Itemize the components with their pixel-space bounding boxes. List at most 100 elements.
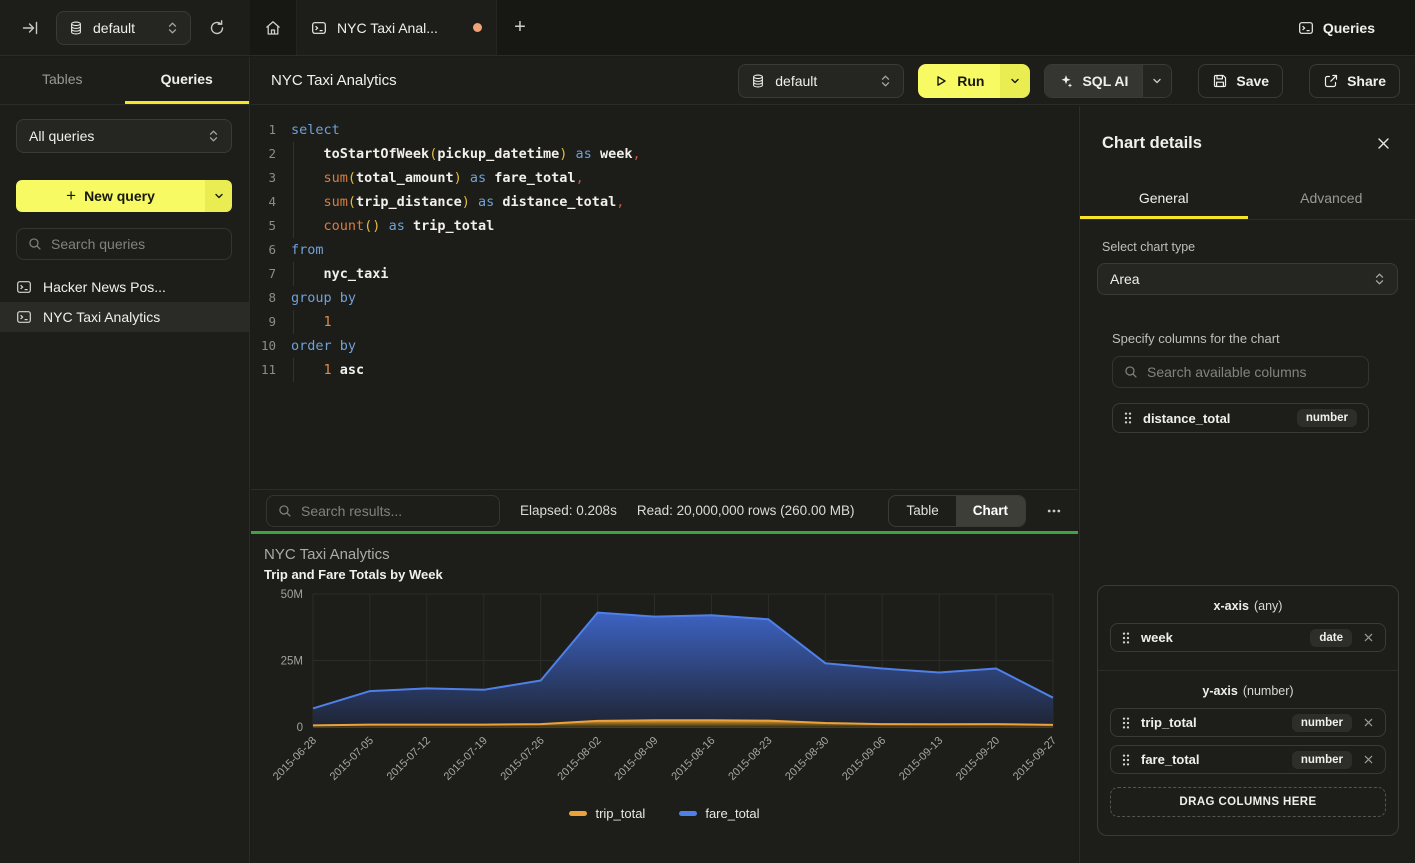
results-search[interactable] <box>266 495 500 527</box>
search-icon <box>1124 365 1138 379</box>
elapsed-time: Elapsed: 0.208s <box>520 503 617 518</box>
panel-tab-general[interactable]: General <box>1080 180 1248 219</box>
results-search-input[interactable] <box>301 503 488 519</box>
queries-search[interactable] <box>16 228 232 260</box>
chart-subtitle: Trip and Fare Totals by Week <box>264 567 443 582</box>
drag-handle-icon[interactable] <box>1122 754 1130 766</box>
new-query-button[interactable]: +New query <box>16 180 232 212</box>
query-title: NYC Taxi Analytics <box>271 72 397 89</box>
column-chip-week[interactable]: weekdate <box>1110 623 1386 652</box>
line-number: 5 <box>251 214 276 238</box>
sql-line: 6from <box>251 238 1078 262</box>
search-icon <box>278 504 292 518</box>
sql-line: 11 1 asc <box>251 358 1078 382</box>
save-icon <box>1212 73 1228 89</box>
line-number: 2 <box>251 142 276 166</box>
drag-handle-icon[interactable] <box>1124 412 1132 424</box>
chart-title: NYC Taxi Analytics <box>264 546 390 563</box>
share-button[interactable]: Share <box>1309 64 1400 98</box>
query-tab-label: NYC Taxi Anal... <box>337 20 463 36</box>
legend-label: fare_total <box>705 806 759 821</box>
sql-ai-button[interactable]: SQL AI <box>1045 65 1142 97</box>
sidebar: Tables Queries All queries +New query Ha… <box>0 57 250 863</box>
line-number: 4 <box>251 190 276 214</box>
sql-ai-dropdown[interactable] <box>1142 65 1171 97</box>
area-chart: 025M50M2015-06-282015-07-052015-07-12201… <box>251 586 1078 801</box>
query-tab-icon <box>311 20 327 36</box>
new-query-dropdown[interactable] <box>205 180 232 212</box>
query-list-item[interactable]: NYC Taxi Analytics <box>0 302 249 332</box>
columns-search[interactable] <box>1112 356 1369 388</box>
refresh-icon[interactable] <box>208 19 226 37</box>
y-axis-header: y-axis(number) <box>1110 684 1386 698</box>
collapse-sidebar-icon[interactable] <box>21 19 39 37</box>
database-selector[interactable]: default <box>56 11 191 45</box>
sql-editor[interactable]: 1select2 toStartOfWeek(pickup_datetime) … <box>251 106 1078 489</box>
plus-icon: + <box>66 186 76 206</box>
line-number: 8 <box>251 286 276 310</box>
tab-nyc-taxi-analytics[interactable]: NYC Taxi Anal... <box>297 0 497 55</box>
columns-label: Specify columns for the chart <box>1112 331 1369 346</box>
save-button[interactable]: Save <box>1198 64 1283 98</box>
svg-text:0: 0 <box>297 722 303 734</box>
legend-item-trip_total[interactable]: trip_total <box>569 806 645 821</box>
column-chip-trip_total[interactable]: trip_totalnumber <box>1110 708 1386 737</box>
chart-type-select[interactable]: Area <box>1097 263 1398 295</box>
svg-text:2015-09-06: 2015-09-06 <box>840 735 888 783</box>
columns-search-input[interactable] <box>1147 364 1357 380</box>
column-chip-distance_total[interactable]: distance_totalnumber <box>1112 403 1369 433</box>
sql-ai-label: SQL AI <box>1082 73 1128 89</box>
run-database-value: default <box>775 73 870 89</box>
run-button[interactable]: Run <box>918 64 1000 98</box>
chart-type-label: Select chart type <box>1102 240 1393 254</box>
y-axis-chips: trip_totalnumberfare_totalnumber <box>1110 708 1386 774</box>
database-selector-value: default <box>93 20 157 36</box>
column-name: trip_total <box>1141 715 1281 730</box>
drag-handle-icon[interactable] <box>1122 717 1130 729</box>
column-type-badge: number <box>1292 751 1352 769</box>
column-name: week <box>1141 630 1299 645</box>
view-tab-chart[interactable]: Chart <box>956 496 1025 526</box>
queries-filter-select[interactable]: All queries <box>16 119 232 153</box>
svg-text:2015-08-02: 2015-08-02 <box>555 735 603 783</box>
sql-line: 10order by <box>251 334 1078 358</box>
svg-text:2015-07-12: 2015-07-12 <box>385 735 433 783</box>
column-name: distance_total <box>1143 411 1286 426</box>
sql-line: 1select <box>251 118 1078 142</box>
run-options-dropdown[interactable] <box>1000 64 1030 98</box>
new-tab-button[interactable]: + <box>497 0 543 55</box>
sidebar-tab-queries[interactable]: Queries <box>125 57 250 104</box>
home-tab[interactable] <box>250 0 297 55</box>
line-number: 7 <box>251 262 276 286</box>
legend-label: trip_total <box>595 806 645 821</box>
close-icon[interactable] <box>1376 136 1391 151</box>
remove-column-icon[interactable] <box>1363 632 1374 643</box>
drag-handle-icon[interactable] <box>1122 632 1130 644</box>
view-tab-table[interactable]: Table <box>889 496 955 526</box>
remove-column-icon[interactable] <box>1363 717 1374 728</box>
updown-chevron-icon <box>167 21 178 35</box>
line-number: 3 <box>251 166 276 190</box>
query-icon <box>16 279 32 295</box>
tab-strip: NYC Taxi Anal... + Queries <box>250 0 1415 55</box>
queries-search-input[interactable] <box>51 236 220 252</box>
queries-menu-button[interactable]: Queries <box>1298 0 1415 55</box>
top-bar-left: default <box>0 0 250 55</box>
share-icon <box>1323 73 1339 89</box>
remove-column-icon[interactable] <box>1363 754 1374 765</box>
database-icon <box>69 21 83 35</box>
panel-tabs: General Advanced <box>1080 180 1415 220</box>
sql-line: 4 sum(trip_distance) as distance_total, <box>251 190 1078 214</box>
line-number: 9 <box>251 310 276 334</box>
sql-line: 8group by <box>251 286 1078 310</box>
query-icon <box>16 309 32 325</box>
drop-zone[interactable]: DRAG COLUMNS HERE <box>1110 787 1386 817</box>
legend-item-fare_total[interactable]: fare_total <box>679 806 759 821</box>
more-options-icon[interactable] <box>1046 503 1062 519</box>
column-chip-fare_total[interactable]: fare_totalnumber <box>1110 745 1386 774</box>
query-list-item[interactable]: Hacker News Pos... <box>0 272 249 302</box>
updown-chevron-icon <box>1374 272 1385 286</box>
panel-tab-advanced[interactable]: Advanced <box>1248 180 1415 219</box>
sidebar-tab-tables[interactable]: Tables <box>0 57 125 104</box>
run-database-selector[interactable]: default <box>738 64 904 98</box>
